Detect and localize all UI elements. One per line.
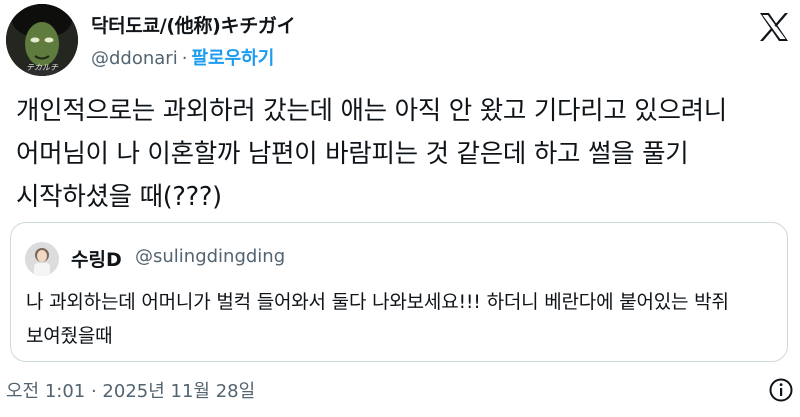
author-avatar[interactable]: テカルチ [6, 4, 78, 76]
separator-dot: · [181, 48, 188, 69]
author-handle[interactable]: @ddonari [91, 48, 178, 69]
author-display-name[interactable]: 닥터도쿄/(他称)キチガイ [91, 11, 296, 38]
info-icon[interactable] [768, 377, 794, 403]
avatar-caption: テカルチ [26, 63, 59, 72]
x-logo-icon[interactable] [757, 10, 791, 44]
tweet-timestamp[interactable]: 오전 1:01 · 2025년 11월 28일 [6, 377, 255, 403]
tweet-text: 개인적으로는 과외하러 갔는데 애는 아직 안 왔고 기다리고 있으려니 어머님… [16, 96, 727, 212]
quoted-tweet-card[interactable]: 수링D @sulingdingding 나 과외하는데 어머니가 벌컥 들어와서… [10, 222, 788, 362]
quoted-author-name[interactable]: 수링D [71, 245, 122, 272]
quoted-tweet-text: 나 과외하는데 어머니가 벌컥 들어와서 둘다 나와보세요!!! 하더니 베란다… [26, 291, 729, 347]
follow-button[interactable]: 팔로우하기 [191, 48, 274, 69]
quoted-author-avatar[interactable] [25, 242, 59, 276]
author-handle-row: @ddonari · 팔로우하기 [91, 44, 274, 70]
quoted-author-handle[interactable]: @sulingdingding [135, 246, 285, 267]
avatar-illustration: テカルチ [6, 4, 78, 76]
